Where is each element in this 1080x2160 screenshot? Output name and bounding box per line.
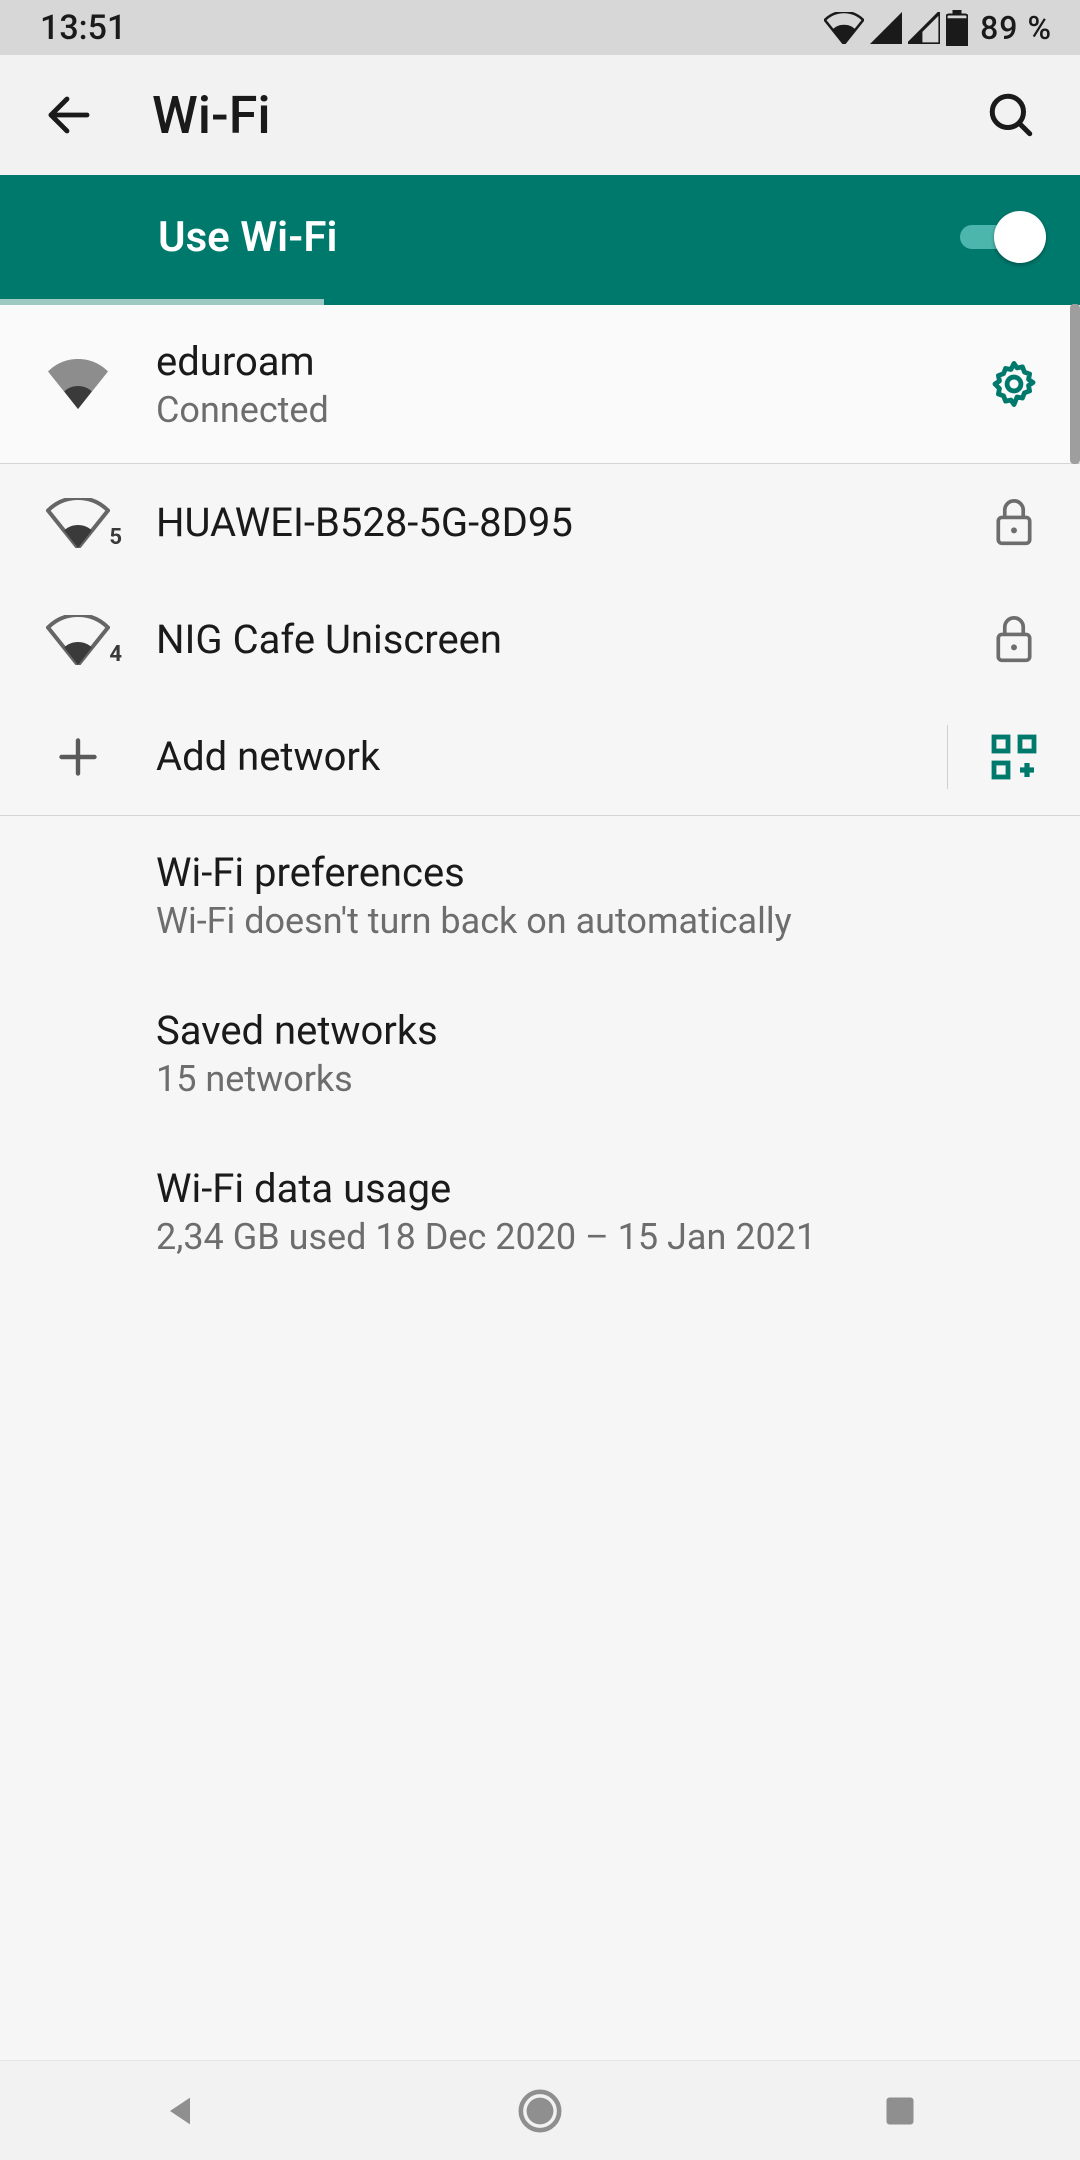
status-time: 13:51 <box>40 8 126 48</box>
network-settings-button[interactable] <box>982 358 1046 410</box>
pref-title: Wi-Fi data usage <box>156 1165 1046 1212</box>
wifi-signal-icon <box>46 615 110 665</box>
network-row-connected[interactable]: eduroam Connected <box>0 305 1080 463</box>
battery-icon <box>946 10 968 46</box>
use-wifi-toggle-row[interactable]: Use Wi-Fi <box>0 175 1080 299</box>
nav-recent-button[interactable] <box>872 2083 928 2139</box>
wifi-toggle-switch[interactable] <box>954 211 1046 263</box>
nav-home-button[interactable] <box>512 2083 568 2139</box>
wifi-status-icon <box>824 12 864 44</box>
search-button[interactable] <box>976 80 1046 150</box>
wifi-list[interactable]: eduroam Connected 5 HUAWEI-B528- <box>0 305 1080 2060</box>
lock-icon <box>994 499 1034 547</box>
network-status: Connected <box>156 389 964 431</box>
network-row[interactable]: 4 NIG Cafe Uniscreen <box>0 581 1080 698</box>
scrollbar-thumb[interactable] <box>1070 304 1080 464</box>
nav-home-icon <box>517 2088 563 2134</box>
scan-qr-button[interactable] <box>982 733 1046 781</box>
wifi-signal-icon <box>46 359 110 409</box>
network-row[interactable]: 5 HUAWEI-B528-5G-8D95 <box>0 464 1080 581</box>
pref-title: Wi-Fi preferences <box>156 849 1046 896</box>
nav-recent-icon <box>882 2093 918 2129</box>
network-ssid: eduroam <box>156 338 964 385</box>
page-title: Wi-Fi <box>152 85 271 146</box>
back-button[interactable] <box>34 80 104 150</box>
network-ssid: HUAWEI-B528-5G-8D95 <box>156 499 964 546</box>
signal-2-icon <box>908 12 940 44</box>
nav-back-button[interactable] <box>152 2083 208 2139</box>
app-bar: Wi-Fi <box>0 55 1080 175</box>
pref-subtitle: 2,34 GB used 18 Dec 2020 – 15 Jan 2021 <box>156 1216 1046 1258</box>
status-icons: 89 % <box>824 9 1052 47</box>
qr-code-icon <box>990 733 1038 781</box>
vertical-divider <box>947 725 948 789</box>
gear-icon <box>988 358 1040 410</box>
add-network-label: Add network <box>156 733 943 780</box>
wifi-signal-icon <box>46 498 110 548</box>
signal-1-icon <box>870 12 902 44</box>
nav-back-icon <box>160 2091 200 2131</box>
use-wifi-label: Use Wi-Fi <box>158 213 337 262</box>
network-ssid: NIG Cafe Uniscreen <box>156 616 964 663</box>
lock-icon <box>994 616 1034 664</box>
wifi-preferences-row[interactable]: Wi-Fi preferences Wi-Fi doesn't turn bac… <box>0 816 1080 974</box>
pref-subtitle: Wi-Fi doesn't turn back on automatically <box>156 900 1046 942</box>
system-nav-bar <box>0 2060 1080 2160</box>
search-icon <box>986 90 1036 140</box>
wifi-band-badge: 4 <box>109 642 122 667</box>
status-bar: 13:51 89 % <box>0 0 1080 55</box>
add-network-row[interactable]: Add network <box>0 698 1080 815</box>
pref-title: Saved networks <box>156 1007 1046 1054</box>
wifi-band-badge: 5 <box>109 525 122 550</box>
arrow-back-icon <box>45 91 93 139</box>
pref-subtitle: 15 networks <box>156 1058 1046 1100</box>
plus-icon <box>56 735 100 779</box>
wifi-data-usage-row[interactable]: Wi-Fi data usage 2,34 GB used 18 Dec 202… <box>0 1132 1080 1290</box>
saved-networks-row[interactable]: Saved networks 15 networks <box>0 974 1080 1132</box>
battery-percentage: 89 % <box>980 9 1052 47</box>
